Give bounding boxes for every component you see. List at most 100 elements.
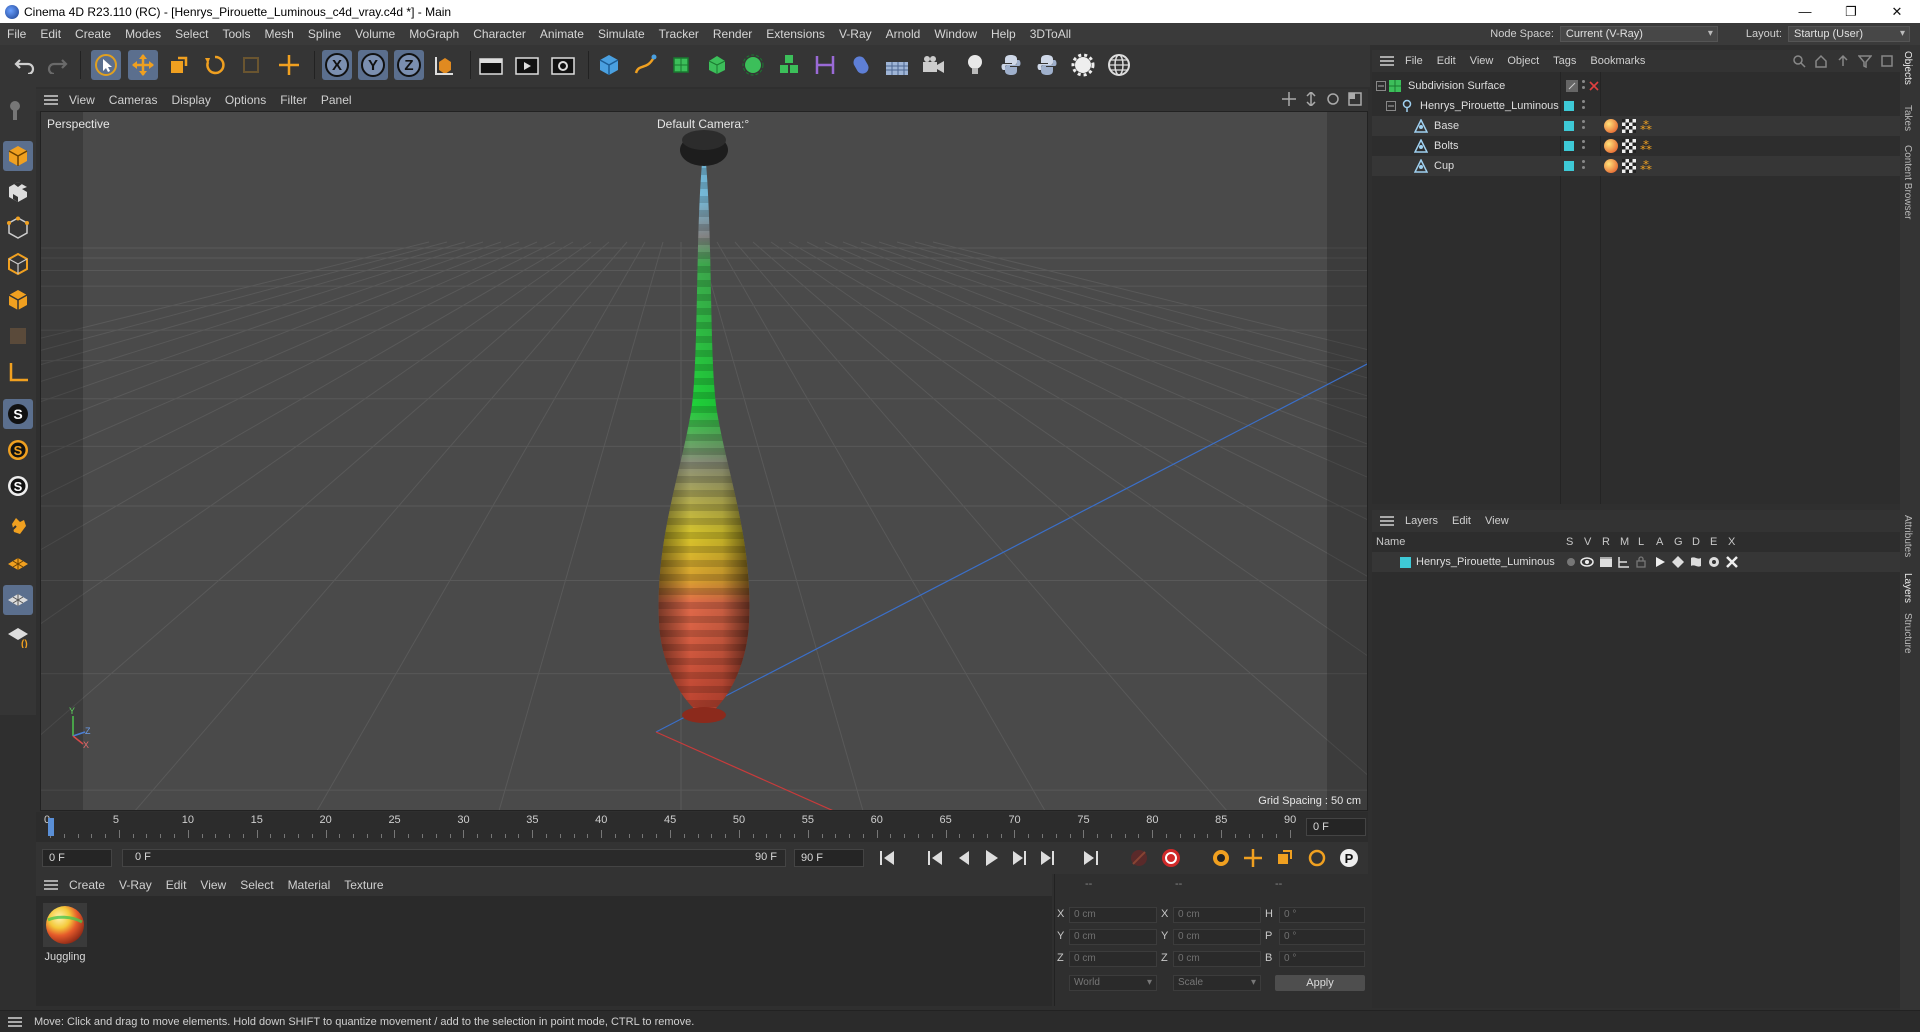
- lock-x-axis-button[interactable]: X: [322, 50, 352, 80]
- rotate-tool-button[interactable]: [200, 50, 230, 80]
- layer-manager-menu-icon[interactable]: [1380, 516, 1394, 526]
- material-menu-vray[interactable]: V-Ray: [112, 874, 159, 896]
- menu-vray[interactable]: V-Ray: [832, 23, 879, 45]
- field-object-button[interactable]: [846, 50, 876, 80]
- snap-toggle-button[interactable]: S: [3, 399, 33, 429]
- visibility-dots[interactable]: [1582, 119, 1585, 133]
- object-row-henrys-pirouette[interactable]: Henrys_Pirouette_Luminous: [1372, 96, 1900, 116]
- object-row-base[interactable]: Base ⁂: [1372, 116, 1900, 136]
- key-position-icon[interactable]: [1242, 848, 1264, 868]
- model-mode-button[interactable]: [3, 141, 33, 171]
- key-parameter-icon[interactable]: P: [1338, 848, 1360, 868]
- xref-icon[interactable]: [1725, 555, 1739, 569]
- tab-attributes[interactable]: Attributes: [1902, 515, 1913, 557]
- layer-color-swatch[interactable]: [1564, 161, 1574, 171]
- object-menu-view[interactable]: View: [1463, 50, 1501, 72]
- size-x-field[interactable]: 0 cm: [1173, 907, 1261, 923]
- cube-primitive-button[interactable]: [594, 50, 624, 80]
- viewport-menu-view[interactable]: View: [62, 89, 102, 111]
- layer-color-swatch[interactable]: [1564, 101, 1574, 111]
- tab-takes[interactable]: Takes: [1902, 105, 1913, 131]
- object-row-cup[interactable]: Cup ⁂: [1372, 156, 1900, 176]
- vray-tag-icon[interactable]: ⁂: [1640, 119, 1652, 133]
- lock-z-axis-button[interactable]: Z: [394, 50, 424, 80]
- viewport-menu-icon[interactable]: [44, 95, 58, 105]
- new-window-icon[interactable]: [1880, 54, 1894, 68]
- locked-workplane-button[interactable]: [3, 585, 33, 615]
- status-menu-icon[interactable]: [8, 1016, 22, 1027]
- menu-simulate[interactable]: Simulate: [591, 23, 652, 45]
- start-frame-field[interactable]: 0 F: [42, 849, 112, 867]
- vray-settings-button[interactable]: [1068, 50, 1098, 80]
- close-button[interactable]: ✕: [1874, 0, 1920, 23]
- uv-mode-button[interactable]: [3, 321, 33, 351]
- manager-tree-icon[interactable]: [1617, 556, 1631, 568]
- edges-mode-button[interactable]: [3, 249, 33, 279]
- move-view-icon[interactable]: [1282, 92, 1296, 106]
- restore-button[interactable]: ❐: [1828, 0, 1874, 23]
- go-to-start-icon[interactable]: [878, 848, 896, 868]
- menu-character[interactable]: Character: [466, 23, 533, 45]
- render-clapper-icon[interactable]: [1599, 556, 1613, 568]
- material-menu-create[interactable]: Create: [62, 874, 112, 896]
- search-icon[interactable]: [1792, 54, 1806, 68]
- material-menu-material[interactable]: Material: [281, 874, 338, 896]
- vray-tag-icon[interactable]: ⁂: [1640, 159, 1652, 173]
- viewport-camera-label[interactable]: Default Camera:°: [657, 117, 749, 131]
- tab-objects[interactable]: Objects: [1902, 51, 1913, 85]
- current-frame-field[interactable]: 0 F: [1306, 818, 1366, 836]
- redo-button[interactable]: [42, 50, 72, 80]
- menu-3dtoall[interactable]: 3DToAll: [1023, 23, 1078, 45]
- size-mode-dropdown[interactable]: Scale ▾: [1173, 975, 1261, 991]
- deformer-icon[interactable]: [1689, 555, 1703, 569]
- uvw-tag-icon[interactable]: [1622, 159, 1636, 173]
- zoom-view-icon[interactable]: [1304, 92, 1318, 106]
- light-object-button[interactable]: [960, 50, 990, 80]
- planar-workplane-button[interactable]: (): [3, 621, 33, 651]
- next-frame-icon[interactable]: [1010, 848, 1028, 868]
- menu-file[interactable]: File: [0, 23, 33, 45]
- maximize-view-icon[interactable]: [1348, 92, 1362, 106]
- material-menu-icon[interactable]: [44, 880, 58, 890]
- minimize-button[interactable]: —: [1782, 0, 1828, 23]
- floor-environment-button[interactable]: [882, 50, 912, 80]
- material-menu-select[interactable]: Select: [233, 874, 280, 896]
- menu-animate[interactable]: Animate: [533, 23, 591, 45]
- apply-button[interactable]: Apply: [1275, 975, 1365, 991]
- go-to-end-icon[interactable]: [1082, 848, 1100, 868]
- keyframe-selection-icon[interactable]: [1210, 848, 1232, 868]
- filter-icon[interactable]: [1858, 54, 1872, 68]
- visibility-dots[interactable]: [1582, 159, 1585, 173]
- object-row-bolts[interactable]: Bolts ⁂: [1372, 136, 1900, 156]
- disabled-cross-icon[interactable]: [1588, 80, 1600, 92]
- scale-tool-button[interactable]: [164, 50, 194, 80]
- position-x-field[interactable]: 0 cm: [1069, 907, 1157, 923]
- layer-color-swatch[interactable]: [1400, 557, 1411, 568]
- autokey-record-icon[interactable]: [1160, 848, 1182, 868]
- object-menu-edit[interactable]: Edit: [1430, 50, 1463, 72]
- edit-toggle-icon[interactable]: [1566, 80, 1578, 92]
- node-space-dropdown[interactable]: Current (V-Ray): [1559, 26, 1718, 42]
- texture-mode-button[interactable]: [3, 177, 33, 207]
- render-settings-button[interactable]: [548, 50, 578, 80]
- snap-workplane-button[interactable]: S: [3, 471, 33, 501]
- visibility-dots[interactable]: [1582, 139, 1585, 153]
- make-editable-button[interactable]: [3, 95, 33, 125]
- previous-key-icon[interactable]: [926, 848, 944, 868]
- menu-select[interactable]: Select: [168, 23, 215, 45]
- coordinate-mode-dropdown[interactable]: World ▾: [1069, 975, 1157, 991]
- timeline-playhead[interactable]: [48, 818, 54, 836]
- size-z-field[interactable]: 0 cm: [1173, 951, 1261, 967]
- undo-button[interactable]: [10, 50, 40, 80]
- collapse-toggle-icon[interactable]: [1386, 101, 1396, 111]
- object-menu-bookmarks[interactable]: Bookmarks: [1583, 50, 1652, 72]
- menu-help[interactable]: Help: [984, 23, 1023, 45]
- menu-modes[interactable]: Modes: [118, 23, 168, 45]
- expression-gear-icon[interactable]: [1707, 555, 1721, 569]
- tweak-mode-button[interactable]: [3, 511, 33, 541]
- next-key-icon[interactable]: [1038, 848, 1056, 868]
- menu-volume[interactable]: Volume: [348, 23, 402, 45]
- key-scale-icon[interactable]: [1274, 848, 1296, 868]
- timeline-ruler[interactable]: 051015202530354045505560657075808590 0 F: [36, 812, 1368, 842]
- end-frame-field[interactable]: 90 F: [794, 849, 864, 867]
